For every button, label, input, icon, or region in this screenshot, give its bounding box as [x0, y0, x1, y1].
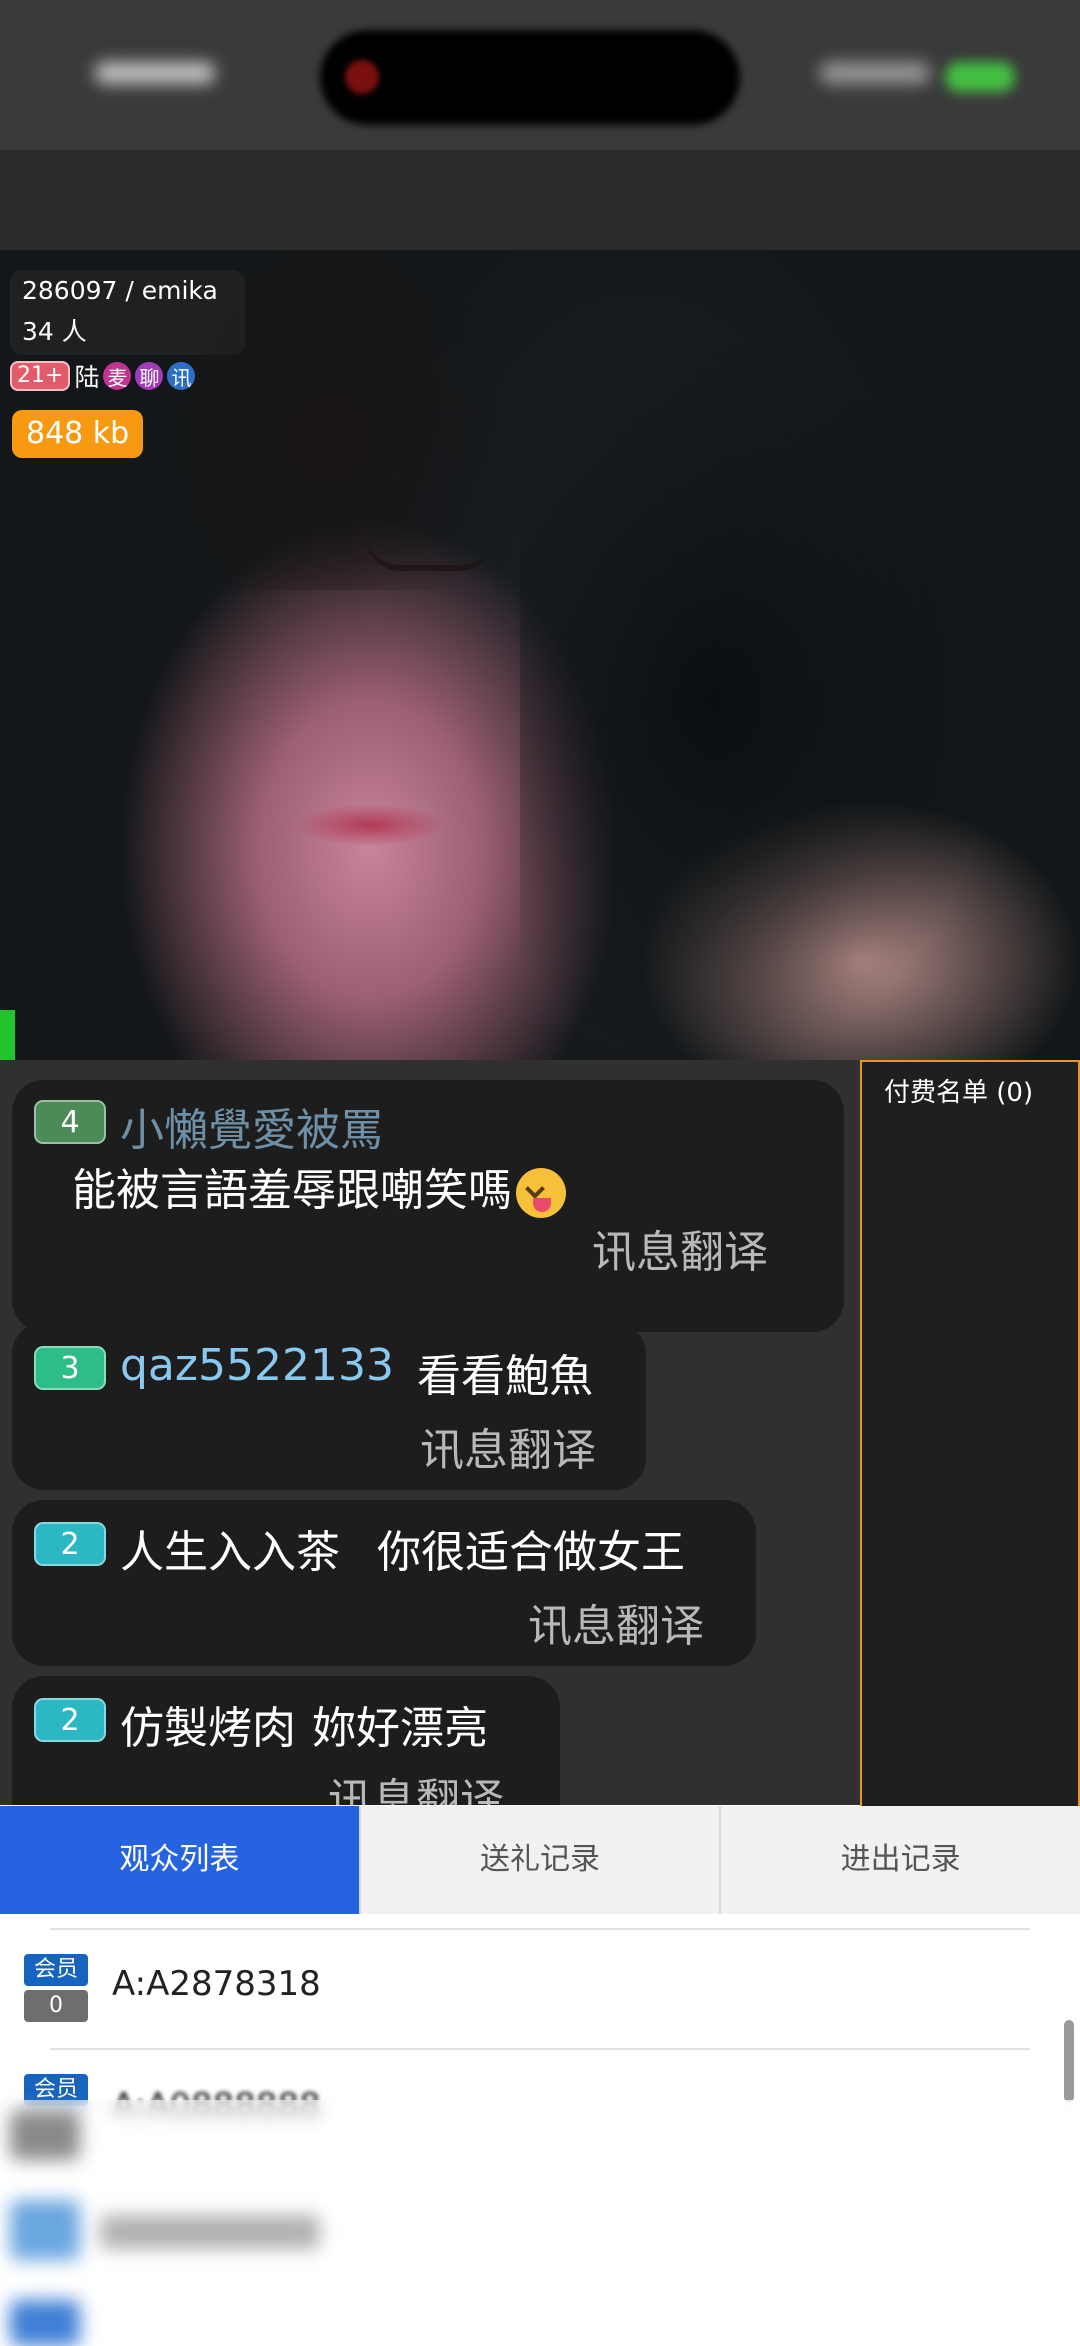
- age-badge: 21+: [10, 361, 71, 391]
- level-badge: 2: [34, 1698, 106, 1742]
- tab-audience-list[interactable]: 观众列表: [0, 1806, 359, 1914]
- message-badge: 讯: [167, 362, 196, 390]
- dynamic-island: [320, 30, 740, 125]
- chat-text: 你很适合做女王: [377, 1527, 685, 1578]
- chat-text: 妳好漂亮: [312, 1703, 488, 1754]
- chat-username[interactable]: 小懶覺愛被罵: [120, 1094, 384, 1158]
- list-scrollbar[interactable]: [1064, 2020, 1074, 2102]
- chat-message: 2 仿製烤肉 妳好漂亮 讯息翻译: [12, 1676, 560, 1805]
- chat-username[interactable]: qaz5522133: [120, 1340, 394, 1391]
- translate-button[interactable]: 讯息翻译: [528, 1590, 704, 1654]
- row-divider: [50, 1928, 1030, 1930]
- level-badge: 2: [34, 1522, 106, 1566]
- audience-user-id[interactable]: A:A2878318: [112, 1964, 321, 2004]
- top-navigation: [0, 150, 1080, 398]
- chat-message: 4 小懶覺愛被罵 能被言語羞辱跟嘲笑嗎 讯息翻译: [12, 1080, 844, 1332]
- chat-username[interactable]: 仿製烤肉: [120, 1692, 296, 1756]
- mic-badge: 麦: [103, 362, 132, 390]
- status-bar: [0, 0, 1080, 150]
- translate-button[interactable]: 讯息翻译: [420, 1414, 596, 1478]
- status-time: [95, 62, 215, 84]
- recording-indicator-icon: [345, 60, 379, 94]
- live-indicator: [0, 1010, 15, 1060]
- chat-list[interactable]: 4 小懶覺愛被罵 能被言語羞辱跟嘲笑嗎 讯息翻译 3 qaz5522133 看看…: [0, 1060, 860, 1805]
- chat-text: 能被言語羞辱跟嘲笑嗎: [72, 1154, 566, 1218]
- level-badge: 3: [34, 1346, 106, 1390]
- blurred-row: [10, 2110, 80, 2160]
- tab-entry-exit-records[interactable]: 进出记录: [719, 1806, 1080, 1914]
- video-detail: [520, 330, 1000, 1060]
- blurred-row: [10, 2300, 80, 2346]
- land-badge: 陆: [74, 363, 100, 392]
- record-tabs: 观众列表 送礼记录 进出记录: [0, 1806, 1080, 1914]
- signal-icon: [820, 62, 930, 84]
- video-detail: [300, 805, 440, 845]
- member-count-tag: 0: [24, 1990, 88, 2022]
- blurred-row: [100, 2215, 320, 2249]
- chat-message: 3 qaz5522133 看看鮑魚 讯息翻译: [12, 1322, 646, 1490]
- chat-message: 2 人生入入茶 你很适合做女王 讯息翻译: [12, 1500, 756, 1666]
- chat-text: 看看鮑魚: [417, 1351, 593, 1402]
- paid-list-panel[interactable]: 付费名单 (0): [860, 1060, 1080, 1809]
- video-detail: [365, 535, 495, 571]
- translate-button[interactable]: 讯息翻译: [328, 1764, 504, 1805]
- battery-icon: [945, 62, 1015, 92]
- paid-list-title: 付费名单 (0): [884, 1078, 1034, 1108]
- translate-button[interactable]: 讯息翻译: [592, 1216, 768, 1280]
- tab-gift-records[interactable]: 送礼记录: [358, 1806, 720, 1914]
- blurred-list-rows: [0, 2100, 1080, 2346]
- chat-username[interactable]: 人生入入茶: [120, 1516, 340, 1580]
- chat-badge: 聊: [135, 362, 164, 390]
- viewer-count: 34 人: [22, 317, 87, 346]
- squinting-tongue-emoji-icon: [516, 1168, 566, 1218]
- level-badge: 4: [34, 1100, 106, 1144]
- bitrate-badge: 848 kb: [12, 410, 144, 458]
- room-badges: 21+ 陆 麦 聊 讯: [10, 358, 196, 394]
- row-divider: [50, 2048, 1030, 2050]
- member-tag: 会员: [24, 1954, 88, 1986]
- blurred-row: [10, 2200, 80, 2260]
- room-id-line: 286097 / emika: [22, 276, 218, 305]
